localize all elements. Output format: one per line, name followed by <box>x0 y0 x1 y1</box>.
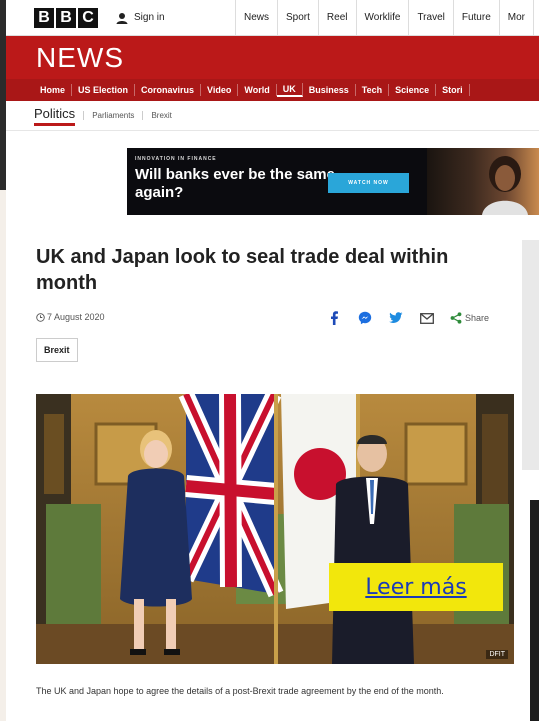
share-button[interactable]: Share <box>450 312 489 324</box>
sub-nav-politics[interactable]: Politics <box>34 106 76 126</box>
user-icon <box>116 12 128 24</box>
bbc-logo[interactable]: B B C <box>34 7 98 28</box>
section-nav-tech[interactable]: Tech <box>356 84 390 96</box>
ad-headline: Will banks ever be the same again? <box>135 166 335 201</box>
ad-kicker: INNOVATION IN FINANCE <box>135 156 217 162</box>
article-photo: DFIT <box>36 394 514 664</box>
sidebar-image-edge <box>530 500 539 721</box>
article-date-text: 7 August 2020 <box>47 312 105 322</box>
section-nav-us-election[interactable]: US Election <box>72 84 136 96</box>
sign-in-label: Sign in <box>134 12 165 23</box>
top-nav-future[interactable]: Future <box>454 0 500 36</box>
section-nav-business[interactable]: Business <box>303 84 356 96</box>
top-nav-more[interactable]: Mor <box>500 0 534 36</box>
section-nav-stories[interactable]: Stori <box>436 84 470 96</box>
messenger-share-button[interactable] <box>357 310 373 326</box>
article-headline: UK and Japan look to seal trade deal wit… <box>36 246 449 294</box>
read-more-link[interactable]: Leer más <box>329 563 503 611</box>
clock-icon <box>36 312 45 322</box>
sidebar-panel <box>522 240 539 470</box>
top-nav-sport[interactable]: Sport <box>278 0 319 36</box>
sign-in-link[interactable]: Sign in <box>116 0 236 36</box>
bbc-logo-letter: C <box>78 7 98 28</box>
bbc-logo-letter: B <box>34 7 54 28</box>
photo-credit: DFIT <box>486 650 508 659</box>
facebook-share-button[interactable] <box>326 310 342 326</box>
section-nav: Home US Election Coronavirus Video World… <box>6 79 539 101</box>
ad-photo <box>427 148 539 215</box>
sub-nav: Politics Parliaments Brexit <box>6 101 539 131</box>
twitter-icon <box>389 312 403 323</box>
photo-caption: The UK and Japan hope to agree the detai… <box>36 686 444 696</box>
news-banner: NEWS <box>6 36 539 79</box>
top-nav-travel[interactable]: Travel <box>409 0 454 36</box>
article-date: 7 August 2020 <box>36 312 105 322</box>
top-nav-worklife[interactable]: Worklife <box>357 0 410 36</box>
section-nav-world[interactable]: World <box>238 84 277 96</box>
section-nav-coronavirus[interactable]: Coronavirus <box>135 84 202 96</box>
section-nav-science[interactable]: Science <box>389 84 437 96</box>
share-icon <box>450 312 462 324</box>
top-nav-news[interactable]: News <box>236 0 279 36</box>
section-nav-home[interactable]: Home <box>34 84 73 96</box>
email-icon <box>420 312 434 324</box>
email-share-button[interactable] <box>419 310 435 326</box>
messenger-icon <box>358 311 372 325</box>
share-tools: Share <box>326 308 489 328</box>
share-label: Share <box>465 313 490 323</box>
sub-nav-brexit[interactable]: Brexit <box>142 111 179 120</box>
top-nav-reel[interactable]: Reel <box>319 0 357 36</box>
topic-tag-brexit[interactable]: Brexit <box>36 338 78 362</box>
advertisement-banner[interactable]: INNOVATION IN FINANCE Will banks ever be… <box>127 148 539 215</box>
section-nav-uk[interactable]: UK <box>276 83 303 97</box>
left-edge-strip-lower <box>0 190 6 721</box>
sub-nav-parliaments[interactable]: Parliaments <box>83 111 142 120</box>
article-photo-illustration <box>36 394 514 664</box>
top-nav: News Sport Reel Worklife Travel Future M… <box>236 0 534 36</box>
twitter-share-button[interactable] <box>388 310 404 326</box>
ad-watch-now-button[interactable]: WATCH NOW <box>328 173 409 193</box>
section-nav-video[interactable]: Video <box>201 84 239 96</box>
bbc-top-bar: B B C Sign in News Sport Reel Worklife T… <box>6 0 539 36</box>
facebook-icon <box>331 311 338 325</box>
bbc-logo-letter: B <box>56 7 76 28</box>
news-logo[interactable]: NEWS <box>36 42 124 74</box>
